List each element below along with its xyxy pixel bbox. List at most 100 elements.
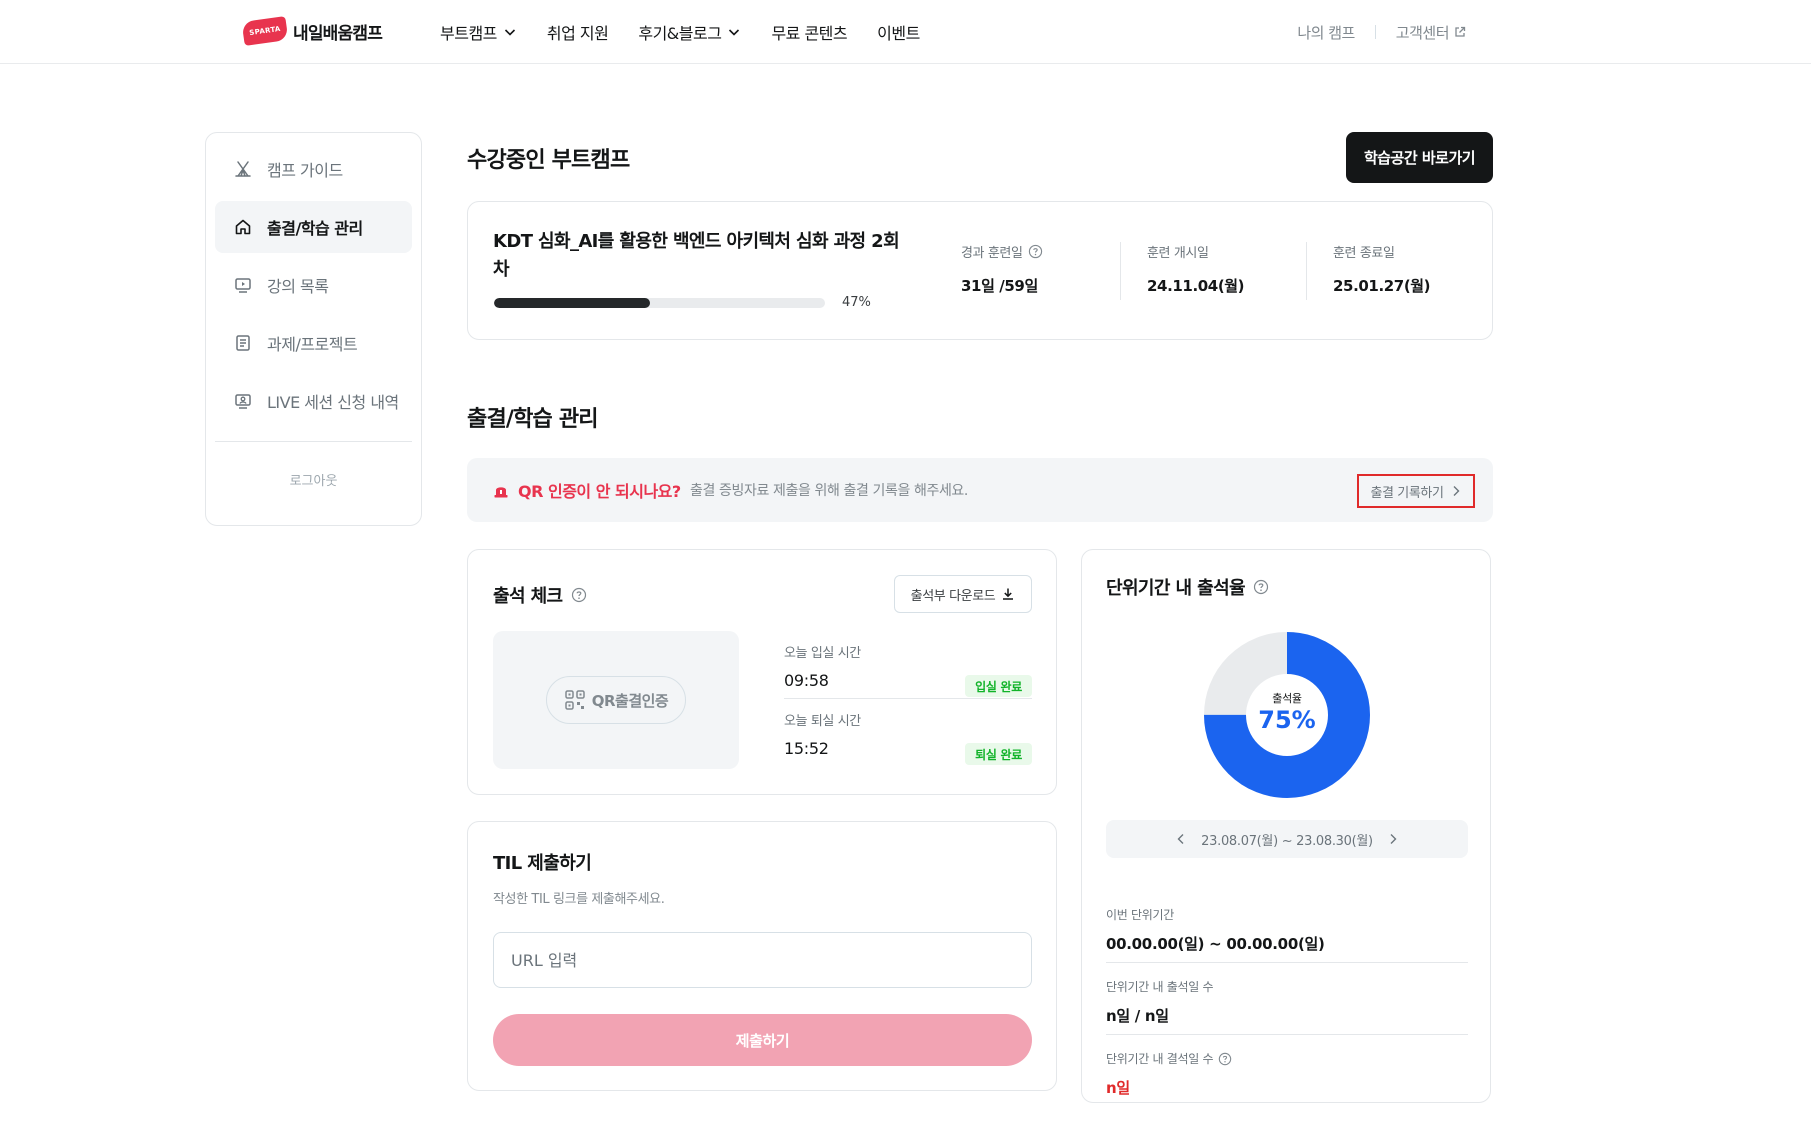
til-title: TIL 제출하기 xyxy=(493,849,592,875)
attendance-check-title: 출석 체크 xyxy=(493,582,587,608)
course-name: KDT 심화_AI를 활용한 백엔드 아키텍처 심화 과정 2회차 xyxy=(493,231,900,280)
attendance-rate-card: 단위기간 내 출석율 출석율 75% 23.08.07(월) ~ 23.08.3… xyxy=(1081,549,1491,1103)
attend-days-label: 단위기간 내 출석일 수 xyxy=(1106,980,1214,994)
live-monitor-icon xyxy=(235,394,251,409)
stat-divider xyxy=(1306,242,1307,300)
info-divider xyxy=(1106,962,1468,963)
course-progress-fill xyxy=(494,298,650,308)
checkout-status-badge: 퇴실 완료 xyxy=(965,743,1032,765)
sidebar-divider xyxy=(215,441,412,442)
nav-career[interactable]: 취업 지원 xyxy=(546,20,609,44)
qr-attendance-button[interactable]: QR출결인증 xyxy=(546,676,686,724)
chevron-right-icon xyxy=(1453,486,1460,496)
attendance-section-title: 출결/학습 관리 xyxy=(467,407,599,432)
donut-label: 출석율 xyxy=(1272,692,1302,705)
nav-free-content-label: 무료 콘텐츠 xyxy=(771,24,848,43)
checkout-label: 오늘 퇴실 시간 xyxy=(784,714,861,729)
enrolled-section-title: 수강중인 부트캠프 xyxy=(467,148,630,173)
chevron-down-icon xyxy=(729,29,740,36)
attend-days-value: n일 / n일 xyxy=(1106,1007,1169,1025)
nav-review-blog[interactable]: 후기&블로그 xyxy=(638,20,741,44)
attendance-rate-title-text: 단위기간 내 출석율 xyxy=(1106,578,1246,599)
attendance-download-button[interactable]: 출석부 다운로드 xyxy=(894,575,1032,613)
til-description: 작성한 TIL 링크를 제출해주세요. xyxy=(493,892,665,907)
sidebar-item-label: 과제/프로젝트 xyxy=(267,335,358,354)
sidebar-item-label: 캠프 가이드 xyxy=(267,161,343,180)
chevron-left-icon[interactable] xyxy=(1175,833,1187,845)
sidebar-item-label: 강의 목록 xyxy=(267,277,329,296)
course-progress-percent: 47% xyxy=(842,295,871,310)
support-link[interactable]: 고객센터 xyxy=(1396,22,1450,43)
attendance-check-title-text: 출석 체크 xyxy=(493,586,563,607)
nav-career-label: 취업 지원 xyxy=(546,24,609,43)
time-divider xyxy=(784,698,1032,699)
absent-days-row: 단위기간 내 결석일 수 n일 xyxy=(1106,1050,1468,1098)
logo-badge: SPARTA xyxy=(241,16,289,46)
current-period-label: 이번 단위기간 xyxy=(1106,908,1174,922)
checkin-label: 오늘 입실 시간 xyxy=(784,646,861,661)
attend-days-row: 단위기간 내 출석일 수 n일 / n일 xyxy=(1106,978,1468,1026)
end-date-value: 25.01.27(월) xyxy=(1333,277,1431,295)
til-url-input[interactable] xyxy=(493,932,1032,988)
sidebar-item-camp-guide[interactable]: 캠프 가이드 xyxy=(215,143,412,195)
course-progress-bar xyxy=(494,298,825,308)
sidebar-item-live-sessions[interactable]: LIVE 세션 신청 내역 xyxy=(215,375,412,427)
elapsed-days-value: 31일 /59일 xyxy=(961,277,1038,295)
start-date-stat: 훈련 개시일 24.11.04(월) xyxy=(1147,242,1245,296)
sidebar-item-lectures[interactable]: 강의 목록 xyxy=(215,259,412,311)
header-utilities: 나의 캠프 고객센터 xyxy=(1297,0,1467,64)
sidebar-item-label: 출결/학습 관리 xyxy=(267,219,363,238)
notice-description: 출결 증빙자료 제출을 위해 출결 기록을 해주세요. xyxy=(690,483,968,499)
download-icon xyxy=(1003,588,1014,600)
current-period-value: 00.00.00(일) ~ 00.00.00(일) xyxy=(1106,935,1325,953)
stat-divider xyxy=(1120,242,1121,300)
qr-attendance-label: QR출결인증 xyxy=(591,691,669,710)
home-icon xyxy=(235,219,251,235)
absent-days-label: 단위기간 내 결석일 수 xyxy=(1106,1052,1214,1066)
til-title-text: TIL 제출하기 xyxy=(493,853,592,874)
qr-notice-banner: QR 인증이 안 되시나요? 출결 증빙자료 제출을 위해 출결 기록을 해주세… xyxy=(467,458,1493,522)
camp-tent-icon xyxy=(235,161,251,177)
absent-days-value: n일 xyxy=(1106,1079,1130,1097)
logo-text: 내일배움캠프 xyxy=(293,23,383,44)
question-circle-icon[interactable] xyxy=(1028,244,1043,259)
period-navigator: 23.08.07(월) ~ 23.08.30(월) xyxy=(1106,820,1468,858)
question-circle-icon[interactable] xyxy=(1253,579,1269,595)
attendance-rate-title: 단위기간 내 출석율 xyxy=(1106,574,1269,600)
sidebar: 캠프 가이드 출결/학습 관리 강의 목록 과제/프로젝트 LIVE 세션 신청… xyxy=(205,132,422,526)
start-date-label: 훈련 개시일 xyxy=(1147,246,1209,261)
sidebar-item-label: LIVE 세션 신청 내역 xyxy=(267,393,399,412)
course-card: KDT 심화_AI를 활용한 백엔드 아키텍처 심화 과정 2회차 47% 경과… xyxy=(467,201,1493,340)
go-to-study-space-button[interactable]: 학습공간 바로가기 xyxy=(1346,132,1493,183)
logout-button[interactable]: 로그아웃 xyxy=(215,470,412,489)
question-circle-icon[interactable] xyxy=(1218,1052,1232,1066)
period-range: 23.08.07(월) ~ 23.08.30(월) xyxy=(1201,833,1373,849)
sidebar-item-assignments[interactable]: 과제/프로젝트 xyxy=(215,317,412,369)
current-period-row: 이번 단위기간 00.00.00(일) ~ 00.00.00(일) xyxy=(1106,906,1468,954)
logo[interactable]: SPARTA 내일배움캠프 xyxy=(241,16,383,46)
qr-code-icon xyxy=(564,690,585,710)
info-divider xyxy=(1106,1034,1468,1035)
donut-value: 75% xyxy=(1258,706,1316,734)
qr-area: QR출결인증 xyxy=(493,631,739,769)
main-nav: 부트캠프 취업 지원 후기&블로그 무료 콘텐츠 이벤트 xyxy=(440,0,950,64)
record-attendance-link[interactable]: 출결 기록하기 xyxy=(1357,474,1475,508)
sidebar-item-attendance[interactable]: 출결/학습 관리 xyxy=(215,201,412,253)
nav-bootcamp[interactable]: 부트캠프 xyxy=(440,20,517,44)
record-attendance-label: 출결 기록하기 xyxy=(1370,485,1444,501)
nav-event[interactable]: 이벤트 xyxy=(877,20,920,44)
siren-icon xyxy=(494,487,508,498)
attendance-download-label: 출석부 다운로드 xyxy=(910,588,996,604)
nav-free-content[interactable]: 무료 콘텐츠 xyxy=(771,20,847,44)
my-camp-link[interactable]: 나의 캠프 xyxy=(1297,22,1355,43)
end-date-stat: 훈련 종료일 25.01.27(월) xyxy=(1333,242,1431,296)
notice-headline: QR 인증이 안 되시나요? xyxy=(518,482,681,501)
end-date-label: 훈련 종료일 xyxy=(1333,246,1395,261)
chevron-right-icon[interactable] xyxy=(1387,833,1399,845)
chevron-down-icon xyxy=(504,29,515,36)
til-submit-button[interactable]: 제출하기 xyxy=(493,1014,1032,1066)
elapsed-days-label: 경과 훈련일 xyxy=(961,246,1023,261)
checkout-row: 오늘 퇴실 시간 15:52 퇴실 완료 xyxy=(784,710,1032,776)
start-date-value: 24.11.04(월) xyxy=(1147,277,1245,295)
question-circle-icon[interactable] xyxy=(571,587,587,603)
